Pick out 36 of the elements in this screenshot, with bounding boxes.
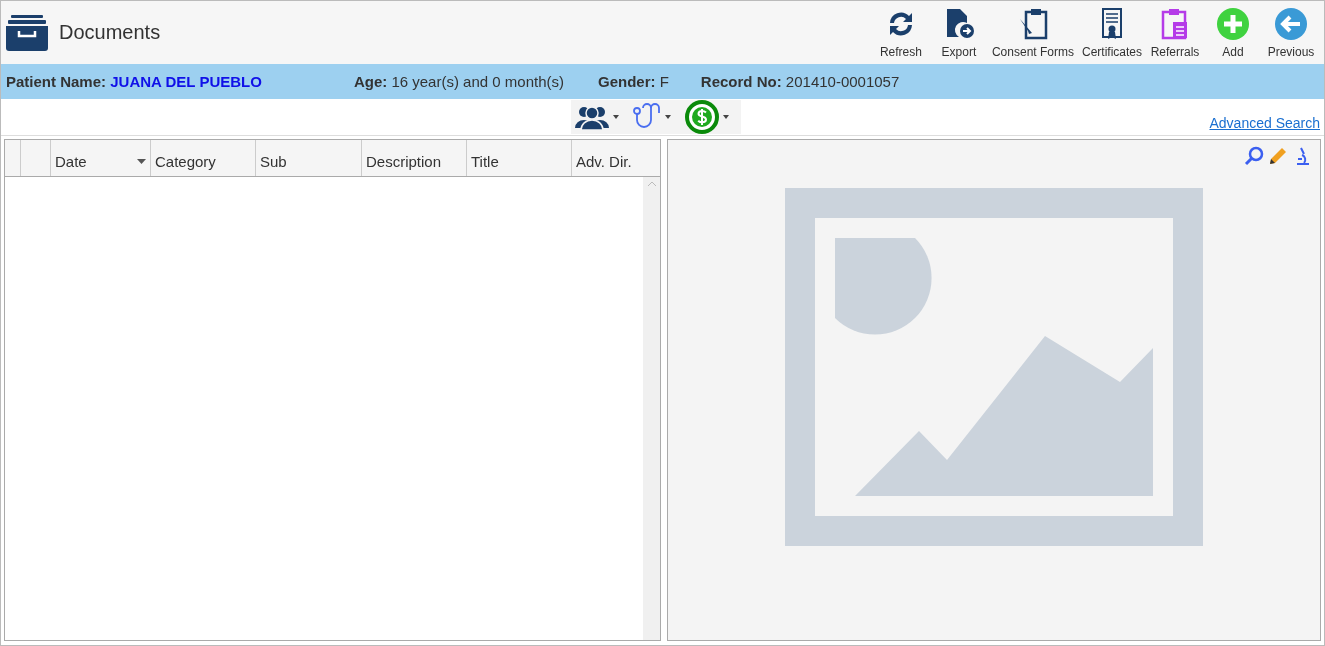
file-cabinet-icon — [5, 14, 49, 51]
advanced-search-link[interactable]: Advanced Search — [1209, 115, 1320, 131]
filter-dropdown[interactable] — [575, 104, 619, 130]
stethoscope-icon — [633, 103, 661, 131]
column-header[interactable]: Category — [150, 140, 255, 176]
preview-tool-button[interactable] — [1268, 146, 1288, 166]
scrollbar[interactable] — [643, 177, 660, 640]
patient-field: Age: 16 year(s) and 0 month(s) — [353, 73, 564, 90]
column-header[interactable]: Date — [50, 140, 150, 176]
search-icon — [1244, 146, 1264, 166]
patient-field: Patient Name: JUANA DEL PUEBLO — [6, 73, 262, 90]
toolbar-button[interactable]: Certificates — [1077, 4, 1146, 61]
pencil-icon — [1268, 146, 1288, 166]
toolbar-button[interactable]: Add — [1204, 4, 1262, 61]
patient-field: Record No: 201410-0001057 — [700, 73, 900, 90]
patient-field: Gender: F — [598, 73, 669, 90]
caret-icon — [723, 115, 729, 119]
filter-dropdown[interactable] — [685, 100, 729, 134]
scroll-up-icon — [647, 181, 656, 186]
sort-caret-icon — [137, 158, 146, 164]
image-placeholder-icon — [785, 188, 1203, 546]
people-icon — [575, 104, 609, 130]
column-header[interactable]: Sub — [255, 140, 361, 176]
toolbar-button[interactable]: Refresh — [871, 4, 930, 61]
column-header[interactable]: Title — [466, 140, 571, 176]
toolbar-button[interactable]: Referrals — [1146, 4, 1204, 61]
preview-tool-button[interactable] — [1244, 146, 1264, 166]
plus-icon — [1216, 6, 1250, 41]
toolbar-button[interactable]: Export — [929, 4, 988, 61]
caret-icon — [665, 115, 671, 119]
column-header[interactable]: Description — [361, 140, 466, 176]
caret-icon — [613, 115, 619, 119]
toolbar-button[interactable]: Previous — [1262, 4, 1320, 61]
toolbar-button[interactable]: Consent Forms — [987, 4, 1078, 61]
column-header[interactable]: Adv. Dir. — [571, 140, 643, 176]
window-title: Documents — [59, 21, 162, 44]
